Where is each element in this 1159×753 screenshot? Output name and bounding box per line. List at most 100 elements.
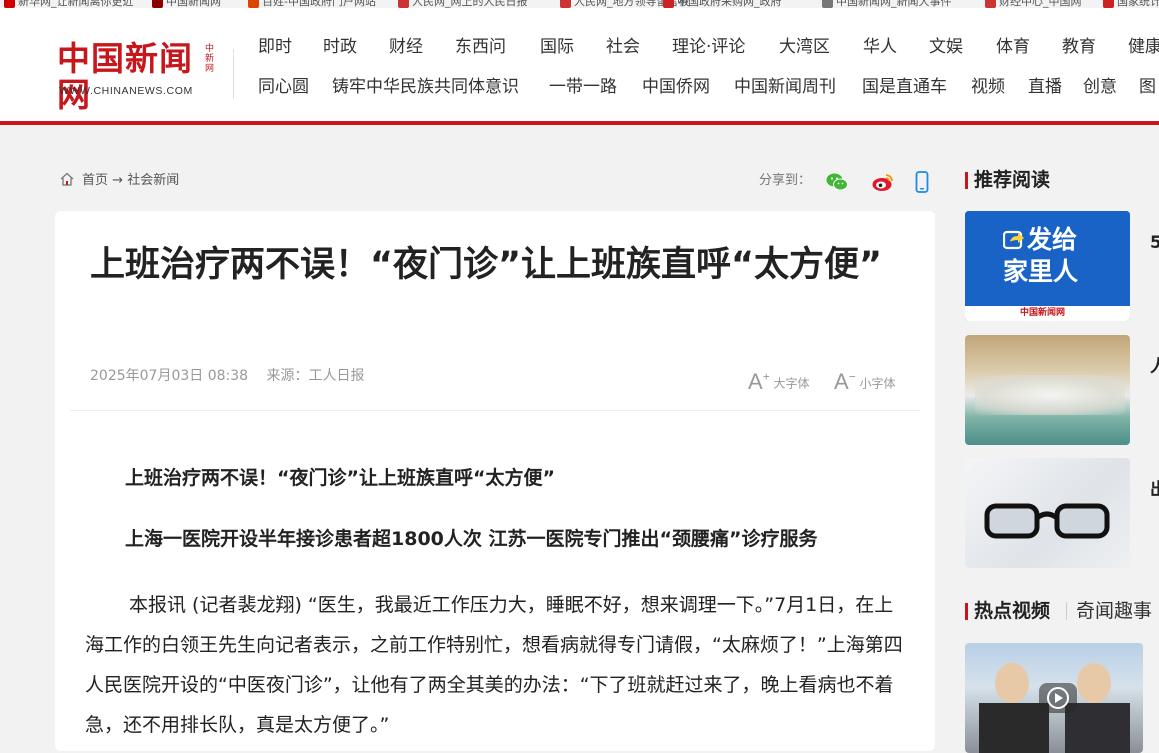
bookmark-favicon-icon (822, 0, 833, 8)
bookmark-label: 中国政府采购网_政府 (677, 0, 782, 8)
bookmark-item[interactable]: 中国新闻网_新闻大事件 (822, 0, 952, 8)
recommend-caption[interactable]: 5 (1150, 229, 1159, 257)
nav-link[interactable]: 理论·评论 (672, 35, 745, 59)
recommend-item[interactable]: 发给 家里人 中国新闻网 5 (965, 211, 1159, 321)
bookmark-label: 国家统计局 (1117, 0, 1159, 8)
breadcrumb-home[interactable]: 首页 (82, 173, 108, 188)
font-smaller-icon: A− (834, 369, 856, 395)
breadcrumb-section[interactable]: 社会新闻 (127, 173, 179, 188)
header-red-rule (0, 121, 1159, 125)
site-logo[interactable]: 中国新闻网 中新网 WWW.CHINANEWS.COM (57, 41, 222, 113)
video-thumbnail[interactable] (965, 643, 1143, 753)
font-smaller-button[interactable]: A− 小字体 (834, 366, 896, 393)
recommend-item[interactable]: 出 (965, 458, 1159, 568)
bookmark-item[interactable]: 中国政府采购网_政府 (663, 0, 782, 8)
recommend-thumbnail[interactable] (965, 458, 1130, 568)
share-bar: 分享到： (759, 171, 929, 193)
bookmark-label: 人民网_网上的人民日报 (412, 0, 528, 8)
thumb-text-1: 发给 (1027, 225, 1078, 254)
bookmark-favicon-icon (985, 0, 996, 8)
font-smaller-label: 小字体 (859, 376, 896, 391)
nav-link[interactable]: 国是直通车 (862, 75, 947, 99)
nav-link[interactable]: 直播 (1028, 75, 1062, 99)
bookmark-favicon-icon (152, 0, 163, 8)
nav-link[interactable]: 健康 (1128, 35, 1159, 59)
bookmark-favicon-icon (248, 0, 259, 8)
breadcrumb: 首页 → 社会新闻 (59, 171, 179, 191)
nav-link[interactable]: 体育 (996, 35, 1030, 59)
nav-link[interactable]: 社会 (606, 35, 640, 59)
article-meta: 2025年07月03日 08:38 来源：工人日报 (90, 367, 365, 385)
nav-link[interactable]: 大湾区 (779, 35, 830, 59)
hot-video-title[interactable]: 热点视频 (974, 598, 1050, 624)
thumb-brand: 中国新闻网 (1020, 308, 1066, 318)
bookmark-item[interactable]: 百姓-中国政府门户网站 (248, 0, 376, 8)
site-header: 中国新闻网 中新网 WWW.CHINANEWS.COM 即时 时政 财经 东西问 国际 社… (0, 8, 1159, 121)
nav-link[interactable]: 创意 (1083, 75, 1117, 99)
play-button[interactable] (1039, 683, 1077, 713)
nav-link[interactable]: 财经 (389, 35, 423, 59)
recommend-thumbnail[interactable]: 发给 家里人 中国新闻网 (965, 211, 1130, 321)
recommend-thumbnail[interactable] (965, 335, 1130, 445)
weibo-icon[interactable] (871, 171, 895, 193)
bookmark-favicon-icon (560, 0, 571, 8)
share-label: 分享到： (759, 173, 812, 188)
font-larger-button[interactable]: A+ 大字体 (748, 366, 810, 393)
nav-link[interactable]: 即时 (258, 35, 292, 59)
bookmark-item[interactable]: 国家统计局 (1103, 0, 1159, 8)
nav-link[interactable]: 铸牢中华民族共同体意识 (332, 75, 519, 99)
thumb-text-2: 家里人 (1003, 257, 1079, 286)
nav-link[interactable]: 中国侨网 (642, 75, 710, 99)
odd-news-title[interactable]: 奇闻趣事 (1076, 598, 1152, 624)
bookmark-favicon-icon (1103, 0, 1114, 8)
play-icon (1047, 687, 1069, 709)
home-icon[interactable] (59, 171, 75, 187)
glasses-image (984, 503, 1110, 539)
breadcrumb-arrow: → (112, 173, 124, 188)
recommend-caption[interactable]: 人 (1150, 353, 1159, 381)
bookmark-favicon-icon (4, 0, 15, 8)
nav-link[interactable]: 同心圆 (258, 75, 309, 99)
nav-link[interactable]: 中国新闻周刊 (734, 75, 836, 99)
article-paragraph: 本报讯 (记者裴龙翔) “医生，我最近工作压力大，睡眠不好，想来调理一下。”7月… (85, 594, 903, 736)
logo-divider (233, 49, 234, 99)
bookmark-item[interactable]: 人民网_网上的人民日报 (398, 0, 528, 8)
article-subhead: 上海一医院开设半年接诊患者超1800人次 江苏一医院专门推出“颈腰痛”诊疗服务 (125, 528, 818, 550)
nav-link[interactable]: 时政 (323, 35, 357, 59)
mobile-icon[interactable] (910, 171, 934, 193)
bookmark-label: 百姓-中国政府门户网站 (262, 0, 376, 8)
wechat-icon[interactable] (825, 171, 849, 193)
bookmark-item[interactable]: 新华网_让新闻离你更近 (4, 0, 134, 8)
nav-link[interactable]: 一带一路 (549, 75, 617, 99)
nav-link[interactable]: 国际 (540, 35, 574, 59)
logo-english: WWW.CHINANEWS.COM (59, 85, 193, 97)
logo-small: 中新网 (205, 44, 215, 74)
nav-link[interactable]: 视频 (971, 75, 1005, 99)
nav-link[interactable]: 文娱 (929, 35, 963, 59)
bookmark-label: 中国新闻网_新闻大事件 (836, 0, 952, 8)
share-arrow-icon (1003, 230, 1024, 250)
bookmark-label: 中国新闻网 (166, 0, 221, 8)
font-larger-icon: A+ (748, 369, 770, 395)
bookmark-item[interactable]: 财经中心_中国网 (985, 0, 1082, 8)
nav-link[interactable]: 华人 (863, 35, 897, 59)
article-date: 2025年07月03日 08:38 (90, 368, 249, 384)
logo-chinese: 中国新闻网 (57, 39, 193, 114)
recommend-caption[interactable]: 出 (1150, 476, 1159, 504)
article-subhead: 上班治疗两不误！“夜门诊”让上班族直呼“太方便” (125, 467, 555, 489)
nav-link[interactable]: 教育 (1062, 35, 1096, 59)
bookmark-label: 财经中心_中国网 (999, 0, 1082, 8)
bookmark-item[interactable]: 中国新闻网 (152, 0, 221, 8)
section-marker (965, 603, 968, 620)
nav-link[interactable]: 东西问 (455, 35, 506, 59)
recommend-title: 推荐阅读 (974, 169, 1051, 191)
bookmark-label: 新华网_让新闻离你更近 (18, 0, 134, 8)
recommend-item[interactable]: 人 (965, 335, 1159, 445)
tab-divider (1066, 602, 1067, 620)
article-title: 上班治疗两不误！“夜门诊”让上班族直呼“太方便” (90, 245, 883, 285)
meta-divider (70, 410, 920, 411)
font-larger-label: 大字体 (773, 376, 810, 391)
nav-link[interactable]: 图 (1139, 75, 1156, 99)
section-marker (965, 172, 968, 189)
article-source: 来源：工人日报 (266, 368, 365, 384)
